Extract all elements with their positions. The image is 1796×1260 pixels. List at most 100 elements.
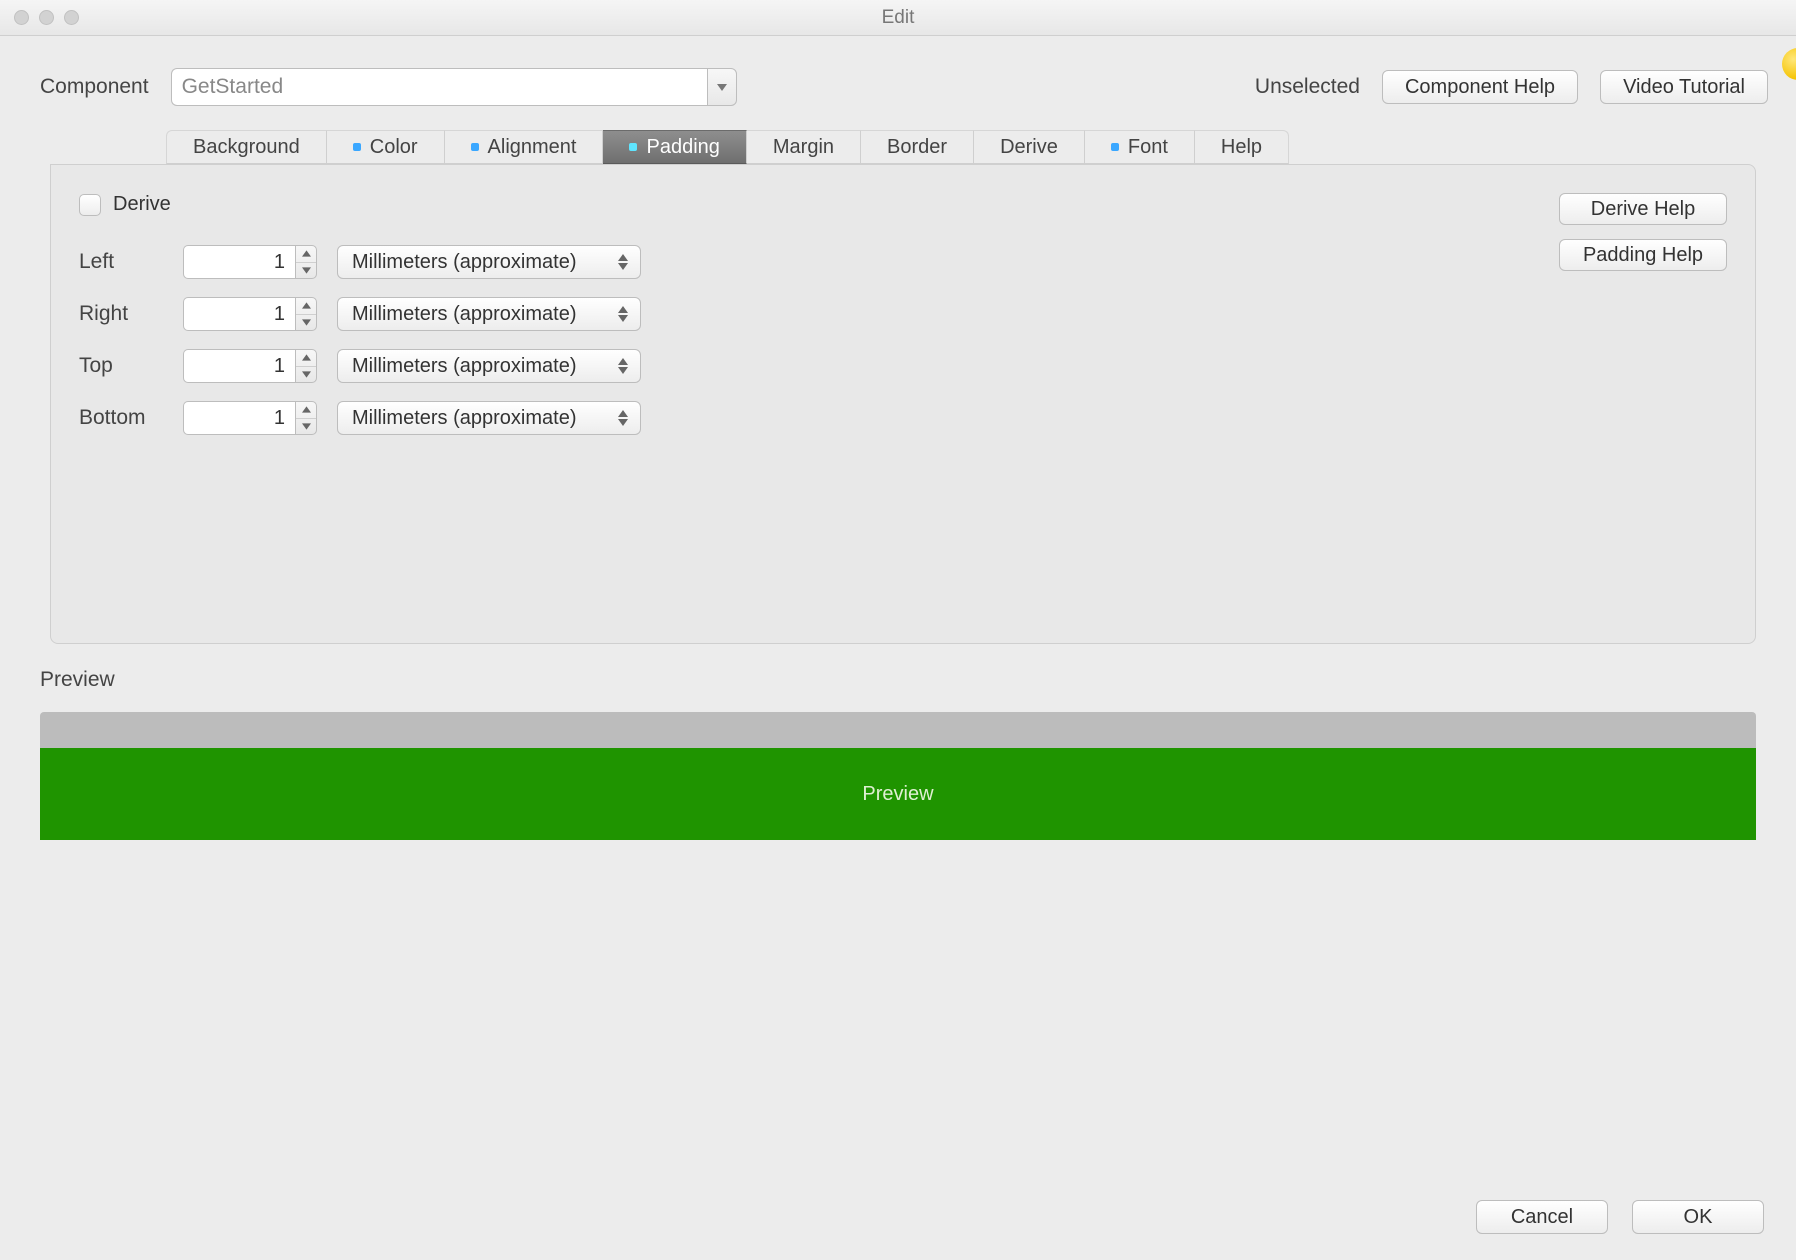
spinner-steps — [295, 245, 317, 279]
chevron-up-icon — [302, 354, 311, 361]
component-label: Component — [40, 75, 149, 99]
tab-help[interactable]: Help — [1195, 130, 1289, 164]
dialog-buttons: Cancel OK — [1476, 1200, 1764, 1234]
preview-section: Preview Preview — [0, 644, 1796, 840]
window-controls — [14, 10, 79, 25]
spinner-down-button[interactable] — [296, 419, 316, 435]
tab-label: Help — [1221, 136, 1262, 159]
select-value: Millimeters (approximate) — [352, 355, 577, 378]
preview-frame: Preview — [40, 712, 1756, 840]
cancel-button[interactable]: Cancel — [1476, 1200, 1608, 1234]
preview-gray-background — [40, 712, 1756, 748]
modified-dot-icon — [1111, 143, 1119, 151]
traffic-light-minimize-icon[interactable] — [39, 10, 54, 25]
spinner-up-button[interactable] — [296, 350, 316, 367]
derive-help-button[interactable]: Derive Help — [1559, 193, 1727, 225]
tab-border[interactable]: Border — [861, 130, 974, 164]
padding-panel: Derive LeftMillimeters (approximate)Righ… — [50, 164, 1756, 644]
select-value: Millimeters (approximate) — [352, 407, 577, 430]
padding-top-spinner[interactable] — [183, 349, 319, 383]
select-arrows-icon — [618, 306, 628, 322]
tab-padding[interactable]: Padding — [603, 130, 746, 164]
tab-label: Font — [1128, 136, 1168, 159]
chevron-down-icon — [302, 423, 311, 430]
padding-top-label: Top — [79, 354, 165, 378]
padding-right-row: Right Millimeters (approximate) — [79, 294, 641, 334]
padding-left-label: Left — [79, 250, 165, 274]
modified-dot-icon — [471, 143, 479, 151]
chevron-up-icon — [302, 302, 311, 309]
tab-label: Margin — [773, 136, 834, 159]
tab-label: Background — [193, 136, 300, 159]
spinner-down-button[interactable] — [296, 367, 316, 383]
spinner-steps — [295, 297, 317, 331]
padding-bottom-unit-select[interactable]: Millimeters (approximate) — [337, 401, 641, 435]
modified-dot-icon — [353, 143, 361, 151]
chevron-down-icon — [302, 371, 311, 378]
top-row: Component Unselected Component Help Vide… — [0, 36, 1796, 130]
spinner-steps — [295, 401, 317, 435]
spinner-down-button[interactable] — [296, 263, 316, 279]
titlebar: Edit — [0, 0, 1796, 36]
window-title: Edit — [0, 0, 1796, 35]
chevron-up-icon — [302, 406, 311, 413]
tab-label: Color — [370, 136, 418, 159]
derive-row: Derive — [79, 193, 641, 216]
select-value: Millimeters (approximate) — [352, 303, 577, 326]
padding-top-unit-select[interactable]: Millimeters (approximate) — [337, 349, 641, 383]
select-arrows-icon — [618, 410, 628, 426]
spinner-up-button[interactable] — [296, 402, 316, 419]
spinner-down-button[interactable] — [296, 315, 316, 331]
state-label: Unselected — [1255, 75, 1360, 99]
padding-left-input[interactable] — [183, 245, 295, 279]
tab-font[interactable]: Font — [1085, 130, 1195, 164]
tab-label: Derive — [1000, 136, 1058, 159]
padding-left-unit-select[interactable]: Millimeters (approximate) — [337, 245, 641, 279]
component-dropdown-button[interactable] — [707, 68, 737, 106]
select-value: Millimeters (approximate) — [352, 251, 577, 274]
padding-top-row: Top Millimeters (approximate) — [79, 346, 641, 386]
padding-left-spinner[interactable] — [183, 245, 319, 279]
padding-right-spinner[interactable] — [183, 297, 319, 331]
select-arrows-icon — [618, 254, 628, 270]
chevron-down-icon — [716, 82, 728, 92]
video-tutorial-button[interactable]: Video Tutorial — [1600, 70, 1768, 104]
traffic-light-close-icon[interactable] — [14, 10, 29, 25]
tab-label: Padding — [646, 136, 719, 159]
padding-right-input[interactable] — [183, 297, 295, 331]
chevron-up-icon — [302, 250, 311, 257]
tab-background[interactable]: Background — [166, 130, 327, 164]
derive-label: Derive — [113, 193, 171, 216]
padding-bottom-label: Bottom — [79, 406, 165, 430]
component-input[interactable] — [171, 68, 707, 106]
tabstrip: Background Color Alignment Padding Margin Bor… — [166, 130, 1676, 164]
padding-bottom-row: Bottom Millimeters (approximate) — [79, 398, 641, 438]
help-column: Derive Help Padding Help — [1559, 193, 1727, 450]
tab-derive[interactable]: Derive — [974, 130, 1085, 164]
ok-button[interactable]: OK — [1632, 1200, 1764, 1234]
preview-tile[interactable]: Preview — [40, 748, 1756, 840]
spinner-steps — [295, 349, 317, 383]
padding-help-button[interactable]: Padding Help — [1559, 239, 1727, 271]
chevron-down-icon — [302, 319, 311, 326]
select-arrows-icon — [618, 358, 628, 374]
derive-checkbox[interactable] — [79, 194, 101, 216]
modified-dot-icon — [629, 143, 637, 151]
component-combobox[interactable] — [171, 68, 737, 106]
tab-label: Alignment — [488, 136, 577, 159]
traffic-light-zoom-icon[interactable] — [64, 10, 79, 25]
padding-left-row: Left Millimeters (approximate) — [79, 242, 641, 282]
padding-bottom-spinner[interactable] — [183, 401, 319, 435]
spinner-up-button[interactable] — [296, 246, 316, 263]
component-help-button[interactable]: Component Help — [1382, 70, 1578, 104]
chevron-down-icon — [302, 267, 311, 274]
fields-column: Derive LeftMillimeters (approximate)Righ… — [79, 193, 641, 450]
padding-bottom-input[interactable] — [183, 401, 295, 435]
padding-right-unit-select[interactable]: Millimeters (approximate) — [337, 297, 641, 331]
tab-color[interactable]: Color — [327, 130, 445, 164]
padding-right-label: Right — [79, 302, 165, 326]
padding-top-input[interactable] — [183, 349, 295, 383]
tab-alignment[interactable]: Alignment — [445, 130, 604, 164]
spinner-up-button[interactable] — [296, 298, 316, 315]
tab-margin[interactable]: Margin — [747, 130, 861, 164]
